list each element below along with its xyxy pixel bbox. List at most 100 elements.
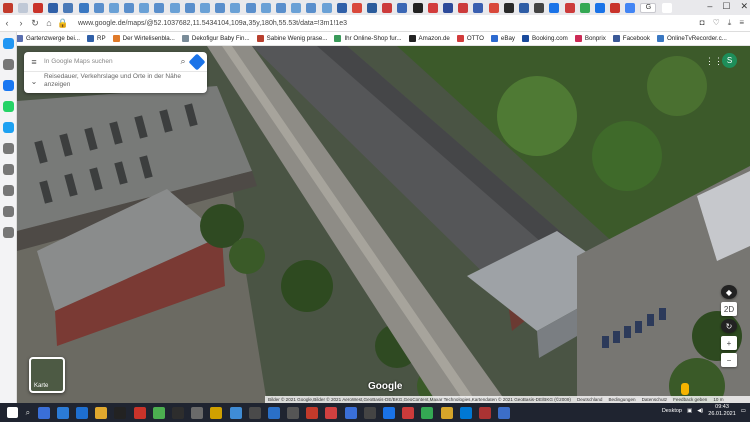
taskbar-app-icon[interactable] — [152, 406, 165, 419]
settings-icon[interactable] — [2, 227, 14, 238]
messenger-icon[interactable] — [2, 80, 14, 91]
browser-tab[interactable] — [518, 2, 529, 13]
twitter-icon[interactable] — [2, 122, 14, 133]
desktop-label[interactable]: Desktop — [662, 408, 682, 414]
bookmark-item[interactable]: eBay — [490, 35, 515, 42]
browser-tab[interactable] — [473, 2, 484, 13]
search-icon[interactable]: ⌕ — [26, 408, 30, 418]
taskbar-app-icon[interactable] — [325, 406, 338, 419]
taskbar-app-icon[interactable] — [248, 406, 261, 419]
browser-tab[interactable] — [661, 2, 672, 13]
bookmark-item[interactable]: OTTO — [456, 35, 484, 42]
satellite-map[interactable] — [17, 46, 750, 403]
zoom-out-button[interactable]: − — [721, 353, 737, 367]
browser-tab[interactable] — [139, 2, 150, 13]
close-button[interactable]: ✕ — [740, 1, 748, 12]
browser-tab[interactable] — [2, 2, 13, 13]
taskbar-app-icon[interactable] — [267, 406, 280, 419]
bookmark-item[interactable]: Dekofigur Baby Fin... — [181, 35, 250, 42]
layer-switcher-button[interactable]: Karte — [29, 357, 65, 393]
bookmark-item[interactable]: Sabine Wenig prase... — [256, 35, 327, 42]
notifications-icon[interactable]: ▭ — [741, 408, 746, 414]
account-avatar[interactable]: S — [722, 53, 737, 68]
volume-icon[interactable]: ◀) — [697, 408, 703, 414]
scale-label[interactable]: 10 m — [713, 397, 723, 402]
browser-tab[interactable] — [503, 2, 514, 13]
bookmark-item[interactable]: RP — [87, 35, 106, 42]
bookmark-item[interactable]: OnlineTvRecorder.c... — [656, 35, 727, 42]
taskbar-app-icon[interactable] — [287, 406, 300, 419]
browser-tab[interactable] — [382, 2, 393, 13]
speed-dial-icon[interactable] — [2, 38, 14, 49]
browser-tab[interactable] — [488, 2, 499, 13]
hamburger-menu-icon[interactable]: ≡ — [24, 57, 44, 67]
reload-icon[interactable]: ↻ — [28, 18, 42, 29]
taskbar-app-icon[interactable] — [114, 406, 127, 419]
google-apps-icon[interactable]: ⋮⋮ — [705, 56, 723, 67]
taskbar-app-icon[interactable] — [191, 406, 204, 419]
browser-tab[interactable] — [610, 2, 621, 13]
browser-tab[interactable] — [200, 2, 211, 13]
network-icon[interactable]: ▣ — [687, 408, 692, 414]
browser-tab[interactable] — [184, 2, 195, 13]
browser-tab[interactable] — [534, 2, 545, 13]
browser-tab[interactable] — [336, 2, 347, 13]
taskbar-app-icon[interactable] — [171, 406, 184, 419]
browser-tab[interactable] — [412, 2, 423, 13]
bookmark-item[interactable]: Gartenzwerge bei... — [16, 35, 80, 42]
maximize-button[interactable]: ☐ — [722, 1, 730, 12]
taskbar-app-icon[interactable] — [421, 406, 434, 419]
pegman-icon[interactable] — [681, 383, 689, 395]
suggestion-text[interactable]: Reisedauer, Verkehrslage und Orte in der… — [44, 73, 207, 89]
browser-tab[interactable] — [245, 2, 256, 13]
windows-start-icon[interactable] — [7, 407, 18, 418]
maps-search-input[interactable]: In Google Maps suchen — [44, 58, 175, 65]
browser-tab[interactable] — [230, 2, 241, 13]
bookmark-item[interactable]: Booking.com — [522, 35, 568, 42]
history-icon[interactable] — [2, 164, 14, 175]
browser-tab[interactable] — [367, 2, 378, 13]
browser-tab[interactable] — [549, 2, 560, 13]
browser-tab[interactable] — [93, 2, 104, 13]
zoom-in-button[interactable]: + — [721, 336, 737, 350]
bookmark-item[interactable]: Der Wirtelisenbla... — [112, 35, 175, 42]
bookmark-item[interactable]: Bonprix — [574, 35, 606, 42]
chevron-down-icon[interactable]: ⌄ — [24, 77, 44, 86]
back-icon[interactable]: ‹ — [0, 18, 14, 28]
browser-tab[interactable] — [260, 2, 271, 13]
directions-icon[interactable] — [188, 53, 206, 70]
browser-tab[interactable] — [124, 2, 135, 13]
download-icon[interactable] — [2, 185, 14, 196]
browser-tab[interactable] — [32, 2, 43, 13]
browser-tab-active[interactable]: G — [640, 2, 657, 13]
heart-icon[interactable] — [2, 143, 14, 154]
taskbar-app-icon[interactable] — [363, 406, 376, 419]
browser-tab[interactable] — [564, 2, 575, 13]
taskbar-app-icon[interactable] — [478, 406, 491, 419]
browser-tab[interactable] — [215, 2, 226, 13]
forward-icon[interactable]: › — [14, 18, 28, 28]
browser-tab[interactable] — [63, 2, 74, 13]
browser-tab[interactable] — [397, 2, 408, 13]
taskbar-app-icon[interactable] — [76, 406, 89, 419]
tilt-button[interactable]: 2D — [721, 302, 737, 316]
bookmark-item[interactable]: Amazon.de — [408, 35, 450, 42]
browser-tab[interactable] — [108, 2, 119, 13]
terms-link[interactable]: Bedingungen — [608, 397, 635, 402]
taskbar-app-icon[interactable] — [37, 406, 50, 419]
taskbar-app-icon[interactable] — [459, 406, 472, 419]
browser-tab[interactable] — [579, 2, 590, 13]
privacy-link[interactable]: Datenschutz — [642, 397, 668, 402]
whatsapp-icon[interactable] — [2, 101, 14, 112]
browser-tab[interactable] — [291, 2, 302, 13]
browser-tab[interactable] — [625, 2, 636, 13]
taskbar-app-icon[interactable] — [95, 406, 108, 419]
taskbar-app-icon[interactable] — [56, 406, 69, 419]
bookmark-item[interactable]: Facebook — [612, 35, 650, 42]
browser-tab[interactable] — [275, 2, 286, 13]
taskbar-app-icon[interactable] — [498, 406, 511, 419]
browser-tab[interactable] — [321, 2, 332, 13]
browser-tab[interactable] — [78, 2, 89, 13]
feedback-link[interactable]: Feedback geben — [673, 397, 707, 402]
taskbar-app-icon[interactable] — [402, 406, 415, 419]
